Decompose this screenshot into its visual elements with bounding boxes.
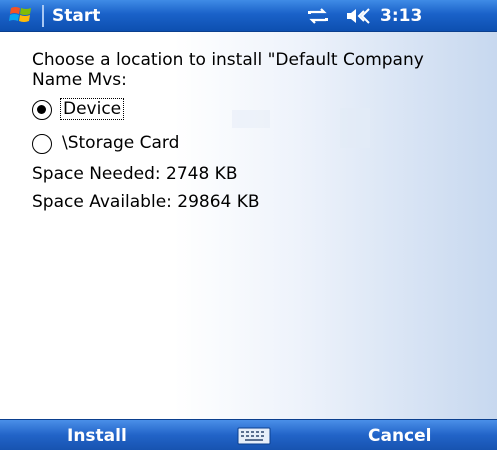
- radio-button-storage-card[interactable]: [32, 134, 52, 154]
- install-button[interactable]: Install: [67, 424, 127, 448]
- title-separator: [42, 5, 44, 27]
- cancel-button[interactable]: Cancel: [368, 424, 431, 448]
- install-location-dialog: Choose a location to install "Default Co…: [0, 32, 497, 419]
- title-bar: Start 3:13: [0, 0, 497, 32]
- option-storage-card-label[interactable]: \Storage Card: [60, 133, 181, 153]
- app-title[interactable]: Start: [52, 3, 100, 29]
- speaker-icon[interactable]: [345, 7, 373, 25]
- keyboard-icon[interactable]: [237, 427, 271, 445]
- option-device-label[interactable]: Device: [60, 98, 125, 120]
- screen: Start 3:13 Choose a location to install …: [0, 0, 497, 450]
- connectivity-icon[interactable]: [306, 7, 330, 25]
- menu-bar: Install Cancel: [0, 419, 497, 450]
- space-available: Space Available: 29864 KB: [32, 192, 260, 212]
- background-decoration: [232, 110, 270, 128]
- clock[interactable]: 3:13: [380, 3, 422, 29]
- install-prompt: Choose a location to install "Default Co…: [32, 50, 424, 90]
- background-decoration: [340, 108, 370, 148]
- space-needed: Space Needed: 2748 KB: [32, 164, 238, 184]
- radio-button-device[interactable]: [32, 100, 52, 120]
- windows-flag-icon[interactable]: [9, 4, 33, 26]
